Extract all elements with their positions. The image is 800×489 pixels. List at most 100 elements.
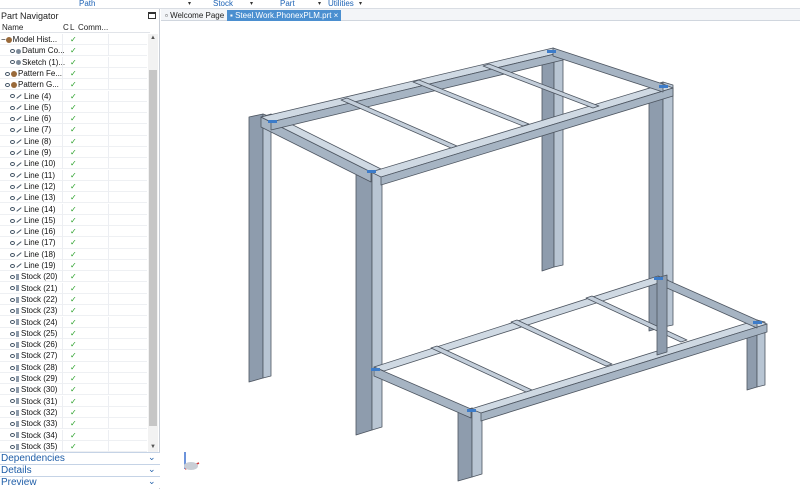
ribbon-part[interactable]: Part [280,0,295,8]
eye-icon[interactable] [10,331,15,336]
tree-row[interactable]: Line (12) ✓ [0,180,147,193]
eye-icon[interactable] [10,354,15,359]
eye-icon[interactable] [10,263,15,268]
tree-row[interactable]: Line (5) ✓ [0,101,147,113]
tree-row[interactable]: Stock (26) ✓ [0,339,147,351]
eye-icon[interactable] [10,162,15,167]
eye-icon[interactable] [10,184,15,189]
tree-row[interactable]: Line (6) ✓ [0,113,147,125]
chevron-down-icon[interactable]: ▾ [318,0,321,7]
col-comment[interactable]: Comm... [78,23,108,32]
tree-row[interactable]: Line (14) ✓ [0,203,147,215]
eye-icon[interactable] [10,229,15,234]
tree-row[interactable]: Stock (29) ✓ [0,373,147,385]
eye-icon[interactable] [5,71,10,76]
close-icon[interactable]: × [334,11,339,20]
eye-icon[interactable] [10,320,15,325]
tree-row[interactable]: Line (9) ✓ [0,147,147,159]
eye-icon[interactable] [10,433,15,438]
eye-icon[interactable] [10,422,15,427]
eye-icon[interactable] [10,342,15,347]
eye-icon[interactable] [10,410,15,415]
eye-icon[interactable] [10,275,15,280]
tree-row[interactable]: Datum Co... ✓ [0,45,147,57]
tree-row[interactable]: Stock (33) ✓ [0,418,147,430]
eye-icon[interactable] [10,173,15,178]
tree-row[interactable]: Line (16) ✓ [0,226,147,238]
col-l[interactable]: L [70,23,74,32]
tree-row[interactable]: Stock (27) ✓ [0,350,147,362]
tree-row[interactable]: Stock (22) ✓ [0,293,147,306]
eye-icon[interactable] [10,49,15,54]
tree-row[interactable]: Line (19) ✓ [0,260,147,272]
tree-row[interactable]: Line (18) ✓ [0,248,147,260]
tree-row[interactable]: Stock (35) ✓ [0,440,147,452]
tree-row[interactable]: Line (17) ✓ [0,237,147,249]
section-preview[interactable]: Preview ⌄ [0,476,160,488]
tree-row[interactable]: Line (10) ✓ [0,158,147,170]
tree-row[interactable]: Line (13) ✓ [0,192,147,204]
eye-icon[interactable] [10,207,15,212]
tab-welcome-page[interactable]: ▫ Welcome Page [162,10,227,21]
tree-row[interactable]: Pattern G... ✓ [0,79,147,91]
tree-row[interactable]: Stock (28) ✓ [0,361,147,373]
chevron-down-icon[interactable]: ▾ [359,0,362,7]
tree-row[interactable]: Stock (30) ✓ [0,384,147,396]
eye-icon[interactable] [10,376,15,381]
scroll-thumb[interactable] [149,70,157,426]
eye-icon[interactable] [10,241,15,246]
graphics-window[interactable] [161,22,800,489]
tree-row[interactable]: Line (4) ✓ [0,90,147,102]
tree-row[interactable]: Line (15) ✓ [0,214,147,226]
eye-icon[interactable] [10,60,15,65]
tree-row[interactable]: Line (11) ✓ [0,169,147,181]
eye-icon[interactable] [10,196,15,201]
chevron-down-icon[interactable]: ⌄ [148,476,156,487]
tree-row[interactable]: Pattern Fe... ✓ [0,67,147,80]
tree-row[interactable]: Line (8) ✓ [0,135,147,147]
tree-row[interactable]: Stock (23) ✓ [0,305,147,317]
tree-row[interactable]: Stock (20) ✓ [0,271,147,283]
tree-row[interactable]: Stock (21) ✓ [0,282,147,294]
maximize-icon[interactable] [148,12,156,19]
chevron-down-icon[interactable]: ⌄ [148,464,156,475]
eye-icon[interactable] [10,286,15,291]
eye-icon[interactable] [10,105,15,110]
ribbon-utilities[interactable]: Utilities [328,0,354,8]
chevron-down-icon[interactable]: ▾ [250,0,253,7]
tree-row[interactable]: Stock (34) ✓ [0,429,147,441]
ribbon-stock[interactable]: Stock [213,0,233,8]
tree-row[interactable]: Stock (31) ✓ [0,395,147,407]
eye-icon[interactable] [10,116,15,121]
chevron-down-icon[interactable]: ▾ [188,0,191,7]
eye-icon[interactable] [10,252,15,257]
col-c[interactable]: C [63,23,69,32]
section-dependencies[interactable]: Dependencies ⌄ [0,452,160,464]
eye-icon[interactable] [10,309,15,314]
eye-icon[interactable] [10,388,15,393]
navigator-scrollbar[interactable]: ▲ ▼ [148,34,158,453]
eye-icon[interactable] [10,297,15,302]
tree-row[interactable]: Stock (25) ✓ [0,327,147,339]
scroll-up-icon[interactable]: ▲ [150,35,156,41]
tree-row[interactable]: Sketch (1)... ✓ [0,56,147,68]
col-name[interactable]: Name [2,23,23,32]
eye-icon[interactable] [5,83,10,88]
scroll-down-icon[interactable]: ▼ [150,444,156,450]
collapse-icon[interactable]: − [1,35,6,44]
tab-steel-work[interactable]: ▪ Steel.Work.PhonexPLM.prt × [227,10,342,21]
eye-icon[interactable] [10,218,15,223]
eye-icon[interactable] [10,94,15,99]
eye-icon[interactable] [10,399,15,404]
chevron-down-icon[interactable]: ⌄ [148,452,156,463]
tree-row[interactable]: Stock (24) ✓ [0,316,147,328]
tree-row[interactable]: − Model Hist... ✓ [0,34,147,46]
eye-icon[interactable] [10,365,15,370]
tree-row[interactable]: Line (7) ✓ [0,124,147,136]
ribbon-path[interactable]: Path [79,0,95,8]
eye-icon[interactable] [10,150,15,155]
eye-icon[interactable] [10,444,15,449]
eye-icon[interactable] [10,139,15,144]
section-details[interactable]: Details ⌄ [0,464,160,476]
tree-row[interactable]: Stock (32) ✓ [0,406,147,419]
